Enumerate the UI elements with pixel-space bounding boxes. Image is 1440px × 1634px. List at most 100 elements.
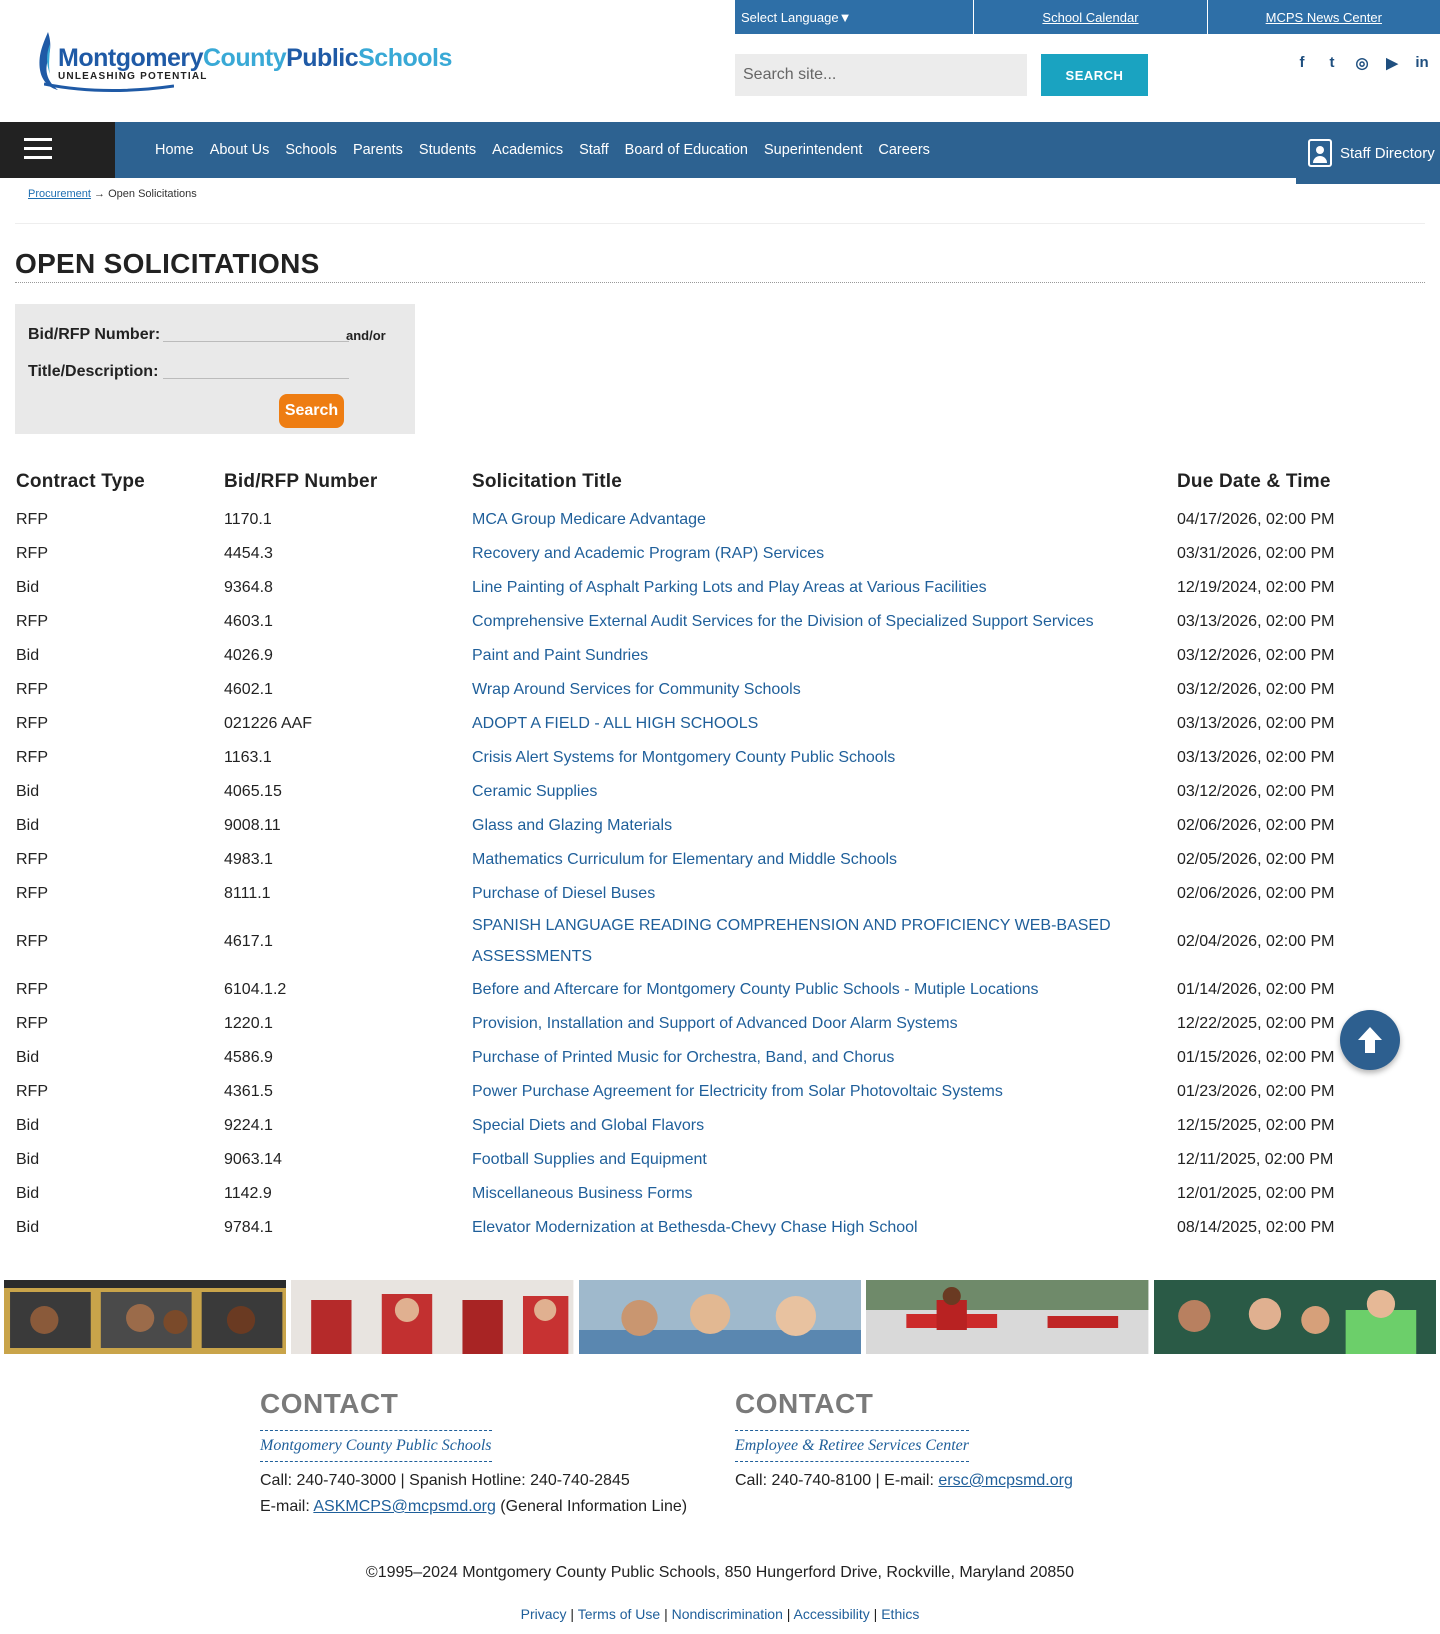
table-row: RFP 4603.1 Comprehensive External Audit Se… <box>16 604 1396 638</box>
nav-schools[interactable]: Schools <box>285 142 337 158</box>
solicitation-title-link[interactable]: Miscellaneous Business Forms <box>472 1176 1177 1210</box>
table-row: Bid 1142.9 Miscellaneous Business Forms 12/… <box>16 1176 1396 1210</box>
contact-ersc: CONTACT Employee & Retiree Services Cent… <box>735 1388 1073 1494</box>
nav-careers[interactable]: Careers <box>878 142 930 158</box>
solicitation-title-link[interactable]: Comprehensive External Audit Services fo… <box>472 604 1177 638</box>
school-calendar-link[interactable]: School Calendar <box>973 0 1207 34</box>
solicitation-title-link[interactable]: Special Diets and Global Flavors <box>472 1108 1177 1142</box>
nav-about-us[interactable]: About Us <box>210 142 270 158</box>
nondiscrimination-link[interactable]: Nondiscrimination <box>672 1606 783 1622</box>
back-to-top-button[interactable] <box>1340 1010 1400 1070</box>
solicitation-title-link[interactable]: Purchase of Printed Music for Orchestra,… <box>472 1040 1177 1074</box>
site-search-input[interactable] <box>735 54 1027 96</box>
contact-org: Employee & Retiree Services Center <box>735 1430 969 1462</box>
logo-title: MontgomeryCountyPublicSchools <box>58 44 452 72</box>
due-date-cell: 03/12/2026, 02:00 PM <box>1177 680 1335 698</box>
ethics-link[interactable]: Ethics <box>881 1606 919 1622</box>
contact-title: CONTACT <box>735 1388 874 1419</box>
select-language-dropdown[interactable]: Select Language▼ <box>735 0 974 34</box>
bid-number-cell: 9008.11 <box>224 816 281 834</box>
twitter-icon[interactable]: t <box>1320 54 1344 78</box>
logo-swoosh-icon <box>44 82 174 93</box>
solicitation-title-link[interactable]: Wrap Around Services for Community Schoo… <box>472 672 1177 706</box>
askmcps-email-link[interactable]: ASKMCPS@mcpsmd.org <box>313 1498 496 1515</box>
mcps-logo[interactable]: MontgomeryCountyPublicSchools UNLEASHING… <box>36 30 452 94</box>
divider <box>15 223 1425 224</box>
solicitation-title-link[interactable]: Provision, Installation and Support of A… <box>472 1006 1177 1040</box>
header-bid-number[interactable]: Bid/RFP Number <box>224 462 472 502</box>
filter-search-button[interactable]: Search <box>279 394 344 428</box>
solicitation-title-link[interactable]: MCA Group Medicare Advantage <box>472 502 1177 536</box>
solicitation-title-link[interactable]: Paint and Paint Sundries <box>472 638 1177 672</box>
accessibility-link[interactable]: Accessibility <box>794 1606 870 1622</box>
contract-type-cell: RFP <box>16 884 48 902</box>
due-date-cell: 03/31/2026, 02:00 PM <box>1177 544 1335 562</box>
bid-number-cell: 4983.1 <box>224 850 273 868</box>
ersc-email-link[interactable]: ersc@mcpsmd.org <box>938 1472 1073 1489</box>
table-row: RFP 4361.5 Power Purchase Agreement for El… <box>16 1074 1396 1108</box>
site-header: MontgomeryCountyPublicSchools UNLEASHING… <box>0 0 1440 122</box>
solicitation-title-link[interactable]: Recovery and Academic Program (RAP) Serv… <box>472 536 1177 570</box>
solicitation-title-link[interactable]: Line Painting of Asphalt Parking Lots an… <box>472 570 1177 604</box>
title-description-input[interactable] <box>163 351 349 379</box>
bid-number-cell: 1220.1 <box>224 1014 273 1032</box>
table-row: RFP 021226 AAF ADOPT A FIELD - ALL HIGH SC… <box>16 706 1396 740</box>
photo-students-bus <box>4 1280 287 1354</box>
facebook-icon[interactable]: f <box>1290 54 1314 78</box>
menu-icon[interactable] <box>0 122 115 178</box>
solicitation-title-link[interactable]: Glass and Glazing Materials <box>472 808 1177 842</box>
nav-superintendent[interactable]: Superintendent <box>764 142 862 158</box>
linkedin-icon[interactable]: in <box>1410 54 1434 78</box>
youtube-icon[interactable]: ▶ <box>1380 54 1404 78</box>
solicitation-title-link[interactable]: SPANISH LANGUAGE READING COMPREHENSION A… <box>472 910 1177 972</box>
nav-parents[interactable]: Parents <box>353 142 403 158</box>
footer-links: Privacy | Terms of Use | Nondiscriminati… <box>520 1606 920 1622</box>
title-description-label: Title/Description: <box>28 363 159 380</box>
nav-academics[interactable]: Academics <box>492 142 563 158</box>
contact-org: Montgomery County Public Schools <box>260 1430 492 1462</box>
breadcrumb-current: Open Solicitations <box>108 188 197 200</box>
header-solicitation-title[interactable]: Solicitation Title <box>472 462 1177 502</box>
table-row: Bid 4026.9 Paint and Paint Sundries 03/12/2… <box>16 638 1396 672</box>
solicitation-title-link[interactable]: Purchase of Diesel Buses <box>472 876 1177 910</box>
solicitation-title-link[interactable]: Crisis Alert Systems for Montgomery Coun… <box>472 740 1177 774</box>
nav-board-of-education[interactable]: Board of Education <box>625 142 748 158</box>
nav-home[interactable]: Home <box>155 142 194 158</box>
solicitation-title-link[interactable]: Power Purchase Agreement for Electricity… <box>472 1074 1177 1108</box>
contract-type-cell: RFP <box>16 980 48 998</box>
bid-number-cell: 9224.1 <box>224 1116 273 1134</box>
instagram-icon[interactable]: ◎ <box>1350 54 1374 78</box>
contract-type-cell: Bid <box>16 1048 40 1066</box>
header-contract-type[interactable]: Contract Type <box>16 462 224 502</box>
solicitation-title-link[interactable]: Elevator Modernization at Bethesda-Chevy… <box>472 1210 1177 1244</box>
page-title: OPEN SOLICITATIONS <box>15 248 320 279</box>
staff-directory-button[interactable]: Staff Directory <box>1296 122 1440 184</box>
bid-number-cell: 6104.1.2 <box>224 980 287 998</box>
site-search-button[interactable]: SEARCH <box>1041 54 1148 96</box>
nav-staff[interactable]: Staff <box>579 142 609 158</box>
due-date-cell: 01/23/2026, 02:00 PM <box>1177 1082 1335 1100</box>
news-center-link[interactable]: MCPS News Center <box>1206 0 1440 34</box>
top-utility-links: Select Language▼ School Calendar MCPS Ne… <box>735 0 1440 34</box>
contract-type-cell: Bid <box>16 816 40 834</box>
header-due-date[interactable]: Due Date & Time <box>1177 462 1396 502</box>
nav-students[interactable]: Students <box>419 142 476 158</box>
due-date-cell: 12/11/2025, 02:00 PM <box>1177 1150 1334 1168</box>
bid-number-cell: 1163.1 <box>224 748 272 766</box>
table-row: RFP 4602.1 Wrap Around Services for Commun… <box>16 672 1396 706</box>
table-row: Bid 9063.14 Football Supplies and Equipmen… <box>16 1142 1396 1176</box>
due-date-cell: 03/12/2026, 02:00 PM <box>1177 782 1335 800</box>
due-date-cell: 08/14/2025, 02:00 PM <box>1177 1218 1335 1236</box>
breadcrumb-procurement[interactable]: Procurement <box>28 188 91 200</box>
terms-link[interactable]: Terms of Use <box>578 1606 660 1622</box>
contact-card-icon <box>1308 139 1332 167</box>
solicitation-title-link[interactable]: Football Supplies and Equipment <box>472 1142 1177 1176</box>
privacy-link[interactable]: Privacy <box>521 1606 567 1622</box>
solicitation-title-link[interactable]: ADOPT A FIELD - ALL HIGH SCHOOLS <box>472 706 1177 740</box>
contract-type-cell: RFP <box>16 1014 48 1032</box>
solicitation-title-link[interactable]: Before and Aftercare for Montgomery Coun… <box>472 972 1177 1006</box>
solicitation-filter: Bid/RFP Number: and/or Title/Description… <box>15 304 415 434</box>
solicitation-title-link[interactable]: Ceramic Supplies <box>472 774 1177 808</box>
solicitation-title-link[interactable]: Mathematics Curriculum for Elementary an… <box>472 842 1177 876</box>
bid-number-input[interactable] <box>163 314 349 342</box>
